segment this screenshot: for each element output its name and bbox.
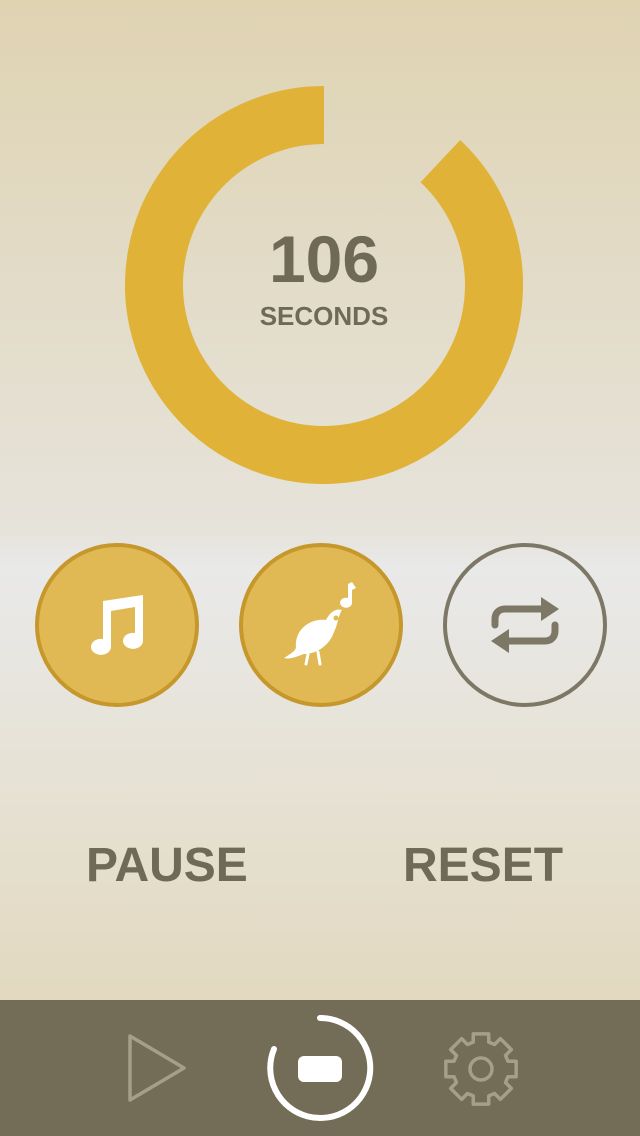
music-toggle-button[interactable] [35, 543, 199, 707]
tab-play[interactable] [120, 1030, 196, 1106]
reset-button[interactable]: RESET [403, 842, 563, 890]
timer-value: 106 [268, 222, 380, 296]
tab-settings[interactable] [440, 1028, 522, 1110]
tab-stop[interactable] [264, 1012, 376, 1124]
bird-sound-button[interactable] [239, 543, 403, 707]
play-icon [128, 1034, 186, 1102]
repeat-icon [491, 597, 559, 653]
gear-outline [444, 1032, 518, 1106]
bird-icon [284, 582, 356, 666]
pause-button[interactable]: PAUSE [86, 842, 248, 890]
gear-icon [444, 1032, 518, 1106]
bottom-tab-bar [0, 1000, 640, 1136]
music-note-icon [91, 595, 143, 655]
stop-icon [267, 1014, 374, 1121]
repeat-toggle-button[interactable] [443, 543, 607, 707]
timer-ring: 106 SECONDS [125, 86, 523, 484]
timer-unit-label: SECONDS [259, 301, 389, 331]
